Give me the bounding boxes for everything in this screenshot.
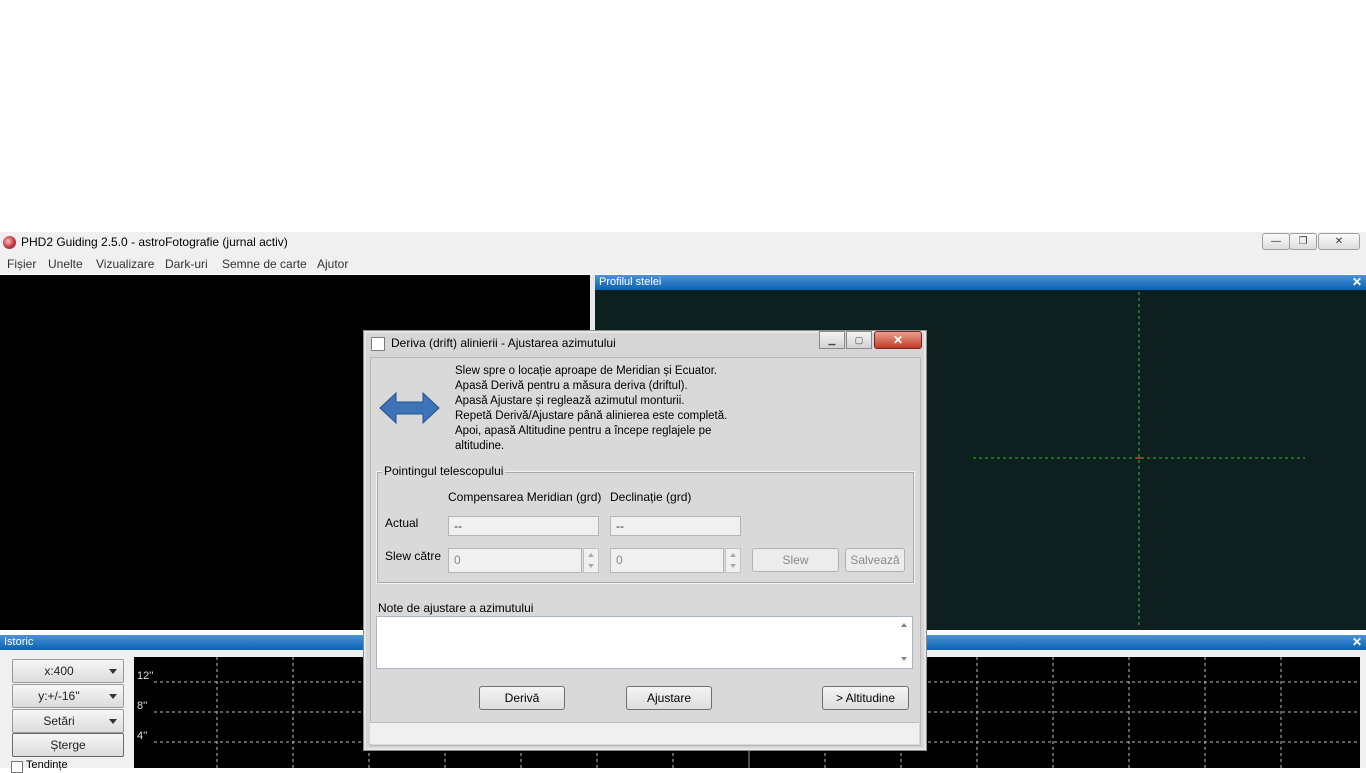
slew-button[interactable]: Slew (752, 548, 839, 572)
x-scale-dropdown[interactable]: x:400 (12, 659, 124, 683)
current-meridian-field: -- (448, 516, 599, 536)
menu-file[interactable]: Fișier (7, 257, 36, 271)
history-title: Istoric (4, 636, 34, 648)
restore-button[interactable]: ❐ (1289, 233, 1317, 250)
y-scale-dropdown[interactable]: y:+/-16'' (12, 684, 124, 708)
settings-label: Setări (43, 714, 75, 728)
meridian-column-header: Compensarea Meridian (grd) (448, 490, 602, 504)
clear-button[interactable]: Șterge (12, 733, 124, 757)
drift-button[interactable]: Derivă (479, 686, 565, 710)
declination-column-header: Declinație (grd) (610, 490, 692, 504)
chevron-down-icon (109, 669, 117, 674)
dialog-minimize-button[interactable]: ▁ (819, 331, 845, 349)
scroll-up-icon[interactable] (901, 623, 907, 627)
app-icon (3, 236, 16, 249)
menu-bookmarks[interactable]: Semne de carte (222, 257, 307, 271)
double-arrow-icon (379, 391, 440, 425)
scroll-down-icon[interactable] (901, 657, 907, 661)
chevron-down-icon (109, 719, 117, 724)
instruction-line: Apasă Derivă pentru a măsura deriva (dri… (455, 380, 688, 392)
dialog-status-bar (370, 722, 919, 744)
trends-label: Tendințe (26, 759, 68, 771)
menu-help[interactable]: Ajutor (317, 257, 348, 271)
dialog-maximize-button[interactable]: ▢ (846, 331, 872, 349)
adjust-button[interactable]: Ajustare (626, 686, 712, 710)
current-declination-field: -- (610, 516, 741, 536)
chevron-down-icon (109, 694, 117, 699)
minimize-button[interactable]: — (1262, 233, 1290, 250)
dialog-title: Deriva (drift) alinierii - Ajustarea azi… (391, 336, 616, 350)
trends-checkbox[interactable] (11, 761, 23, 773)
star-profile-header: Profilul stelei ✕ (595, 275, 1366, 290)
menu-tools[interactable]: Unelte (48, 257, 83, 271)
settings-dropdown[interactable]: Setări (12, 709, 124, 733)
dialog-window-icon (371, 337, 385, 351)
notes-scrollbar[interactable] (897, 617, 912, 668)
instruction-line: Slew spre o locație aproape de Meridian … (455, 365, 718, 377)
current-row-label: Actual (385, 516, 419, 530)
y-scale-value: y:+/-16'' (38, 689, 80, 703)
x-scale-value: x:400 (44, 664, 74, 678)
instruction-line: altitudine. (455, 440, 505, 452)
instruction-line: Apoi, apasă Altitudine pentru a începe r… (455, 425, 712, 437)
declination-spinner[interactable] (725, 548, 741, 573)
clear-label: Șterge (50, 738, 86, 752)
window-title: PHD2 Guiding 2.5.0 - astroFotografie (ju… (21, 235, 288, 249)
menu-view[interactable]: Vizualizare (96, 257, 154, 271)
instruction-line: Apasă Ajustare și reglează azimutul mont… (455, 395, 685, 407)
y-tick-label: 4'' (137, 730, 148, 742)
star-profile-close-icon[interactable]: ✕ (1352, 275, 1362, 289)
history-close-icon[interactable]: ✕ (1352, 635, 1362, 649)
dialog-close-button[interactable]: ✕ (874, 331, 922, 349)
slew-meridian-input[interactable]: 0 (448, 548, 582, 573)
y-tick-label: 8'' (137, 700, 148, 712)
close-button[interactable]: ✕ (1318, 233, 1360, 250)
notes-label: Note de ajustare a azimutului (378, 601, 534, 615)
group-label: Pointingul telescopului (382, 464, 506, 478)
menu-darks[interactable]: Dark-uri (165, 257, 208, 271)
slew-declination-input[interactable]: 0 (610, 548, 724, 573)
slew-to-row-label: Slew către (385, 549, 442, 563)
notes-textarea[interactable] (376, 616, 913, 669)
star-profile-title: Profilul stelei (599, 276, 662, 288)
altitude-button[interactable]: > Altitudine (822, 686, 909, 710)
instruction-line: Repetă Derivă/Ajustare până alinierea es… (455, 410, 728, 422)
save-button[interactable]: Salvează (845, 548, 905, 572)
meridian-spinner[interactable] (583, 548, 599, 573)
y-tick-label: 12'' (137, 670, 154, 682)
